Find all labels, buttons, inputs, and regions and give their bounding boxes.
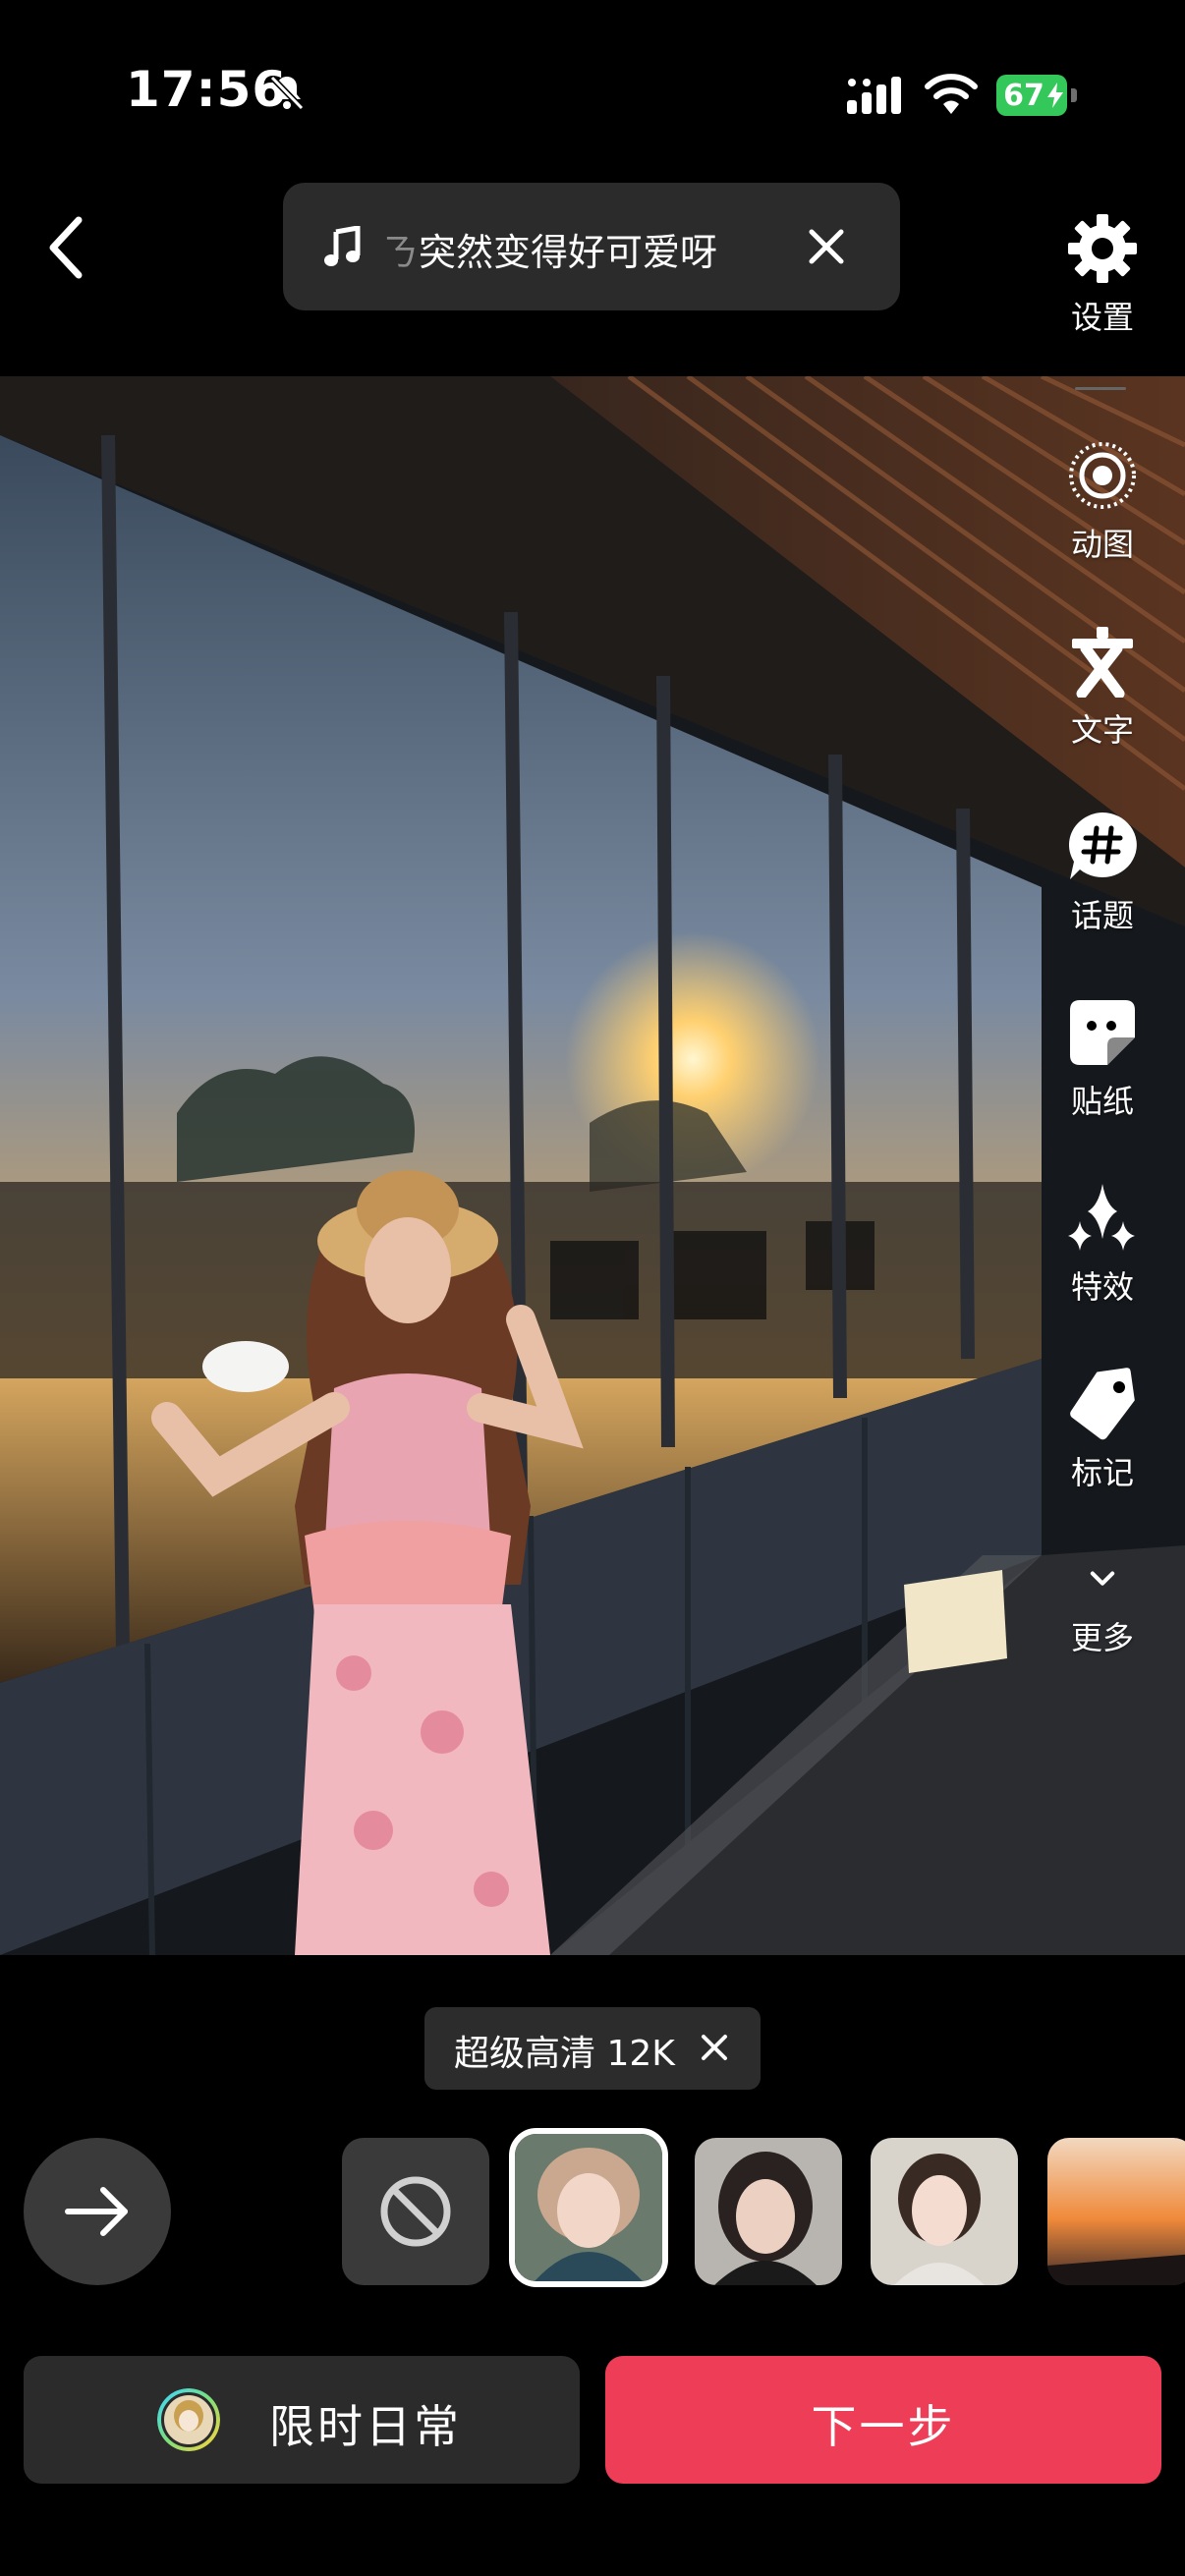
filter-thumbnail[interactable] [695, 2138, 842, 2285]
close-icon[interactable] [696, 2029, 733, 2066]
tool-label: 特效 [1070, 1268, 1134, 1306]
filter-thumbnail[interactable] [871, 2138, 1018, 2285]
wifi-icon [925, 74, 978, 114]
filter-preview-image [695, 2138, 842, 2285]
filter-preview-image [871, 2138, 1018, 2285]
tool-text[interactable]: 文字 [1042, 625, 1163, 751]
close-icon[interactable] [804, 224, 849, 269]
next-button[interactable]: 下一步 [605, 2356, 1161, 2484]
filter-preview-image [1047, 2138, 1185, 2285]
sparkle-icon [1068, 1184, 1135, 1251]
tool-label: 设置 [1070, 299, 1134, 336]
music-title-text: 突然变得好可爱呀 [419, 231, 718, 274]
tool-rail-divider [1075, 387, 1126, 390]
forward-button[interactable] [24, 2138, 171, 2285]
status-bar: 17:56 67 [0, 0, 1185, 187]
next-label: 下一步 [811, 2400, 956, 2453]
tool-label: 话题 [1070, 897, 1134, 934]
battery-charging-icon: 67 [996, 75, 1079, 116]
hashtag-icon [1068, 812, 1137, 879]
quality-chip[interactable]: 超级高清 12K [424, 2007, 761, 2090]
live-photo-icon [1069, 442, 1136, 509]
bell-slash-icon [269, 75, 305, 111]
music-note-icon [324, 226, 361, 266]
text-icon [1072, 627, 1133, 698]
tool-label: 文字 [1070, 711, 1134, 749]
tool-tag[interactable]: 标记 [1042, 1368, 1163, 1493]
tool-label: 动图 [1070, 526, 1134, 563]
filter-none-button[interactable] [342, 2138, 489, 2285]
tool-more[interactable]: 更多 [1042, 1556, 1163, 1658]
feature-label: 限时日常 [269, 2400, 462, 2453]
avatar [157, 2388, 220, 2451]
quality-label: 超级高清 12K [454, 2034, 675, 2074]
prohibited-icon [380, 2176, 451, 2247]
tool-label: 标记 [1070, 1454, 1134, 1491]
photo-image [0, 376, 1185, 1955]
filter-thumbnail[interactable] [1047, 2138, 1185, 2285]
filter-preview-image [515, 2134, 662, 2281]
music-selector[interactable]: ㄋ突然变得好可爱呀 [283, 183, 900, 310]
tool-sticker[interactable]: 贴纸 [1042, 996, 1163, 1122]
signal-icon [847, 77, 901, 114]
feature-button[interactable]: 限时日常 [24, 2356, 580, 2484]
gear-icon [1068, 214, 1137, 283]
tool-hashtag[interactable]: 话题 [1042, 811, 1163, 936]
arrow-right-icon [65, 2187, 128, 2236]
music-title: ㄋ突然变得好可爱呀 [381, 222, 717, 276]
music-title-scrolling-prefix: ㄋ [381, 231, 420, 274]
filter-thumbnail-selected[interactable] [509, 2128, 668, 2287]
sticker-icon [1070, 1000, 1135, 1065]
battery-level: 67 [1003, 79, 1044, 113]
photo-preview[interactable] [0, 376, 1185, 1955]
tool-label: 贴纸 [1070, 1083, 1134, 1120]
status-time: 17:56 [126, 61, 288, 118]
tool-live-photo[interactable]: 动图 [1042, 439, 1163, 565]
tool-settings[interactable]: 设置 [1042, 212, 1163, 338]
chevron-down-icon [1090, 1571, 1115, 1586]
tool-label: 更多 [1070, 1619, 1134, 1656]
back-chevron-icon[interactable] [39, 212, 98, 283]
tool-effects[interactable]: 特效 [1042, 1182, 1163, 1308]
tag-icon [1070, 1368, 1135, 1440]
